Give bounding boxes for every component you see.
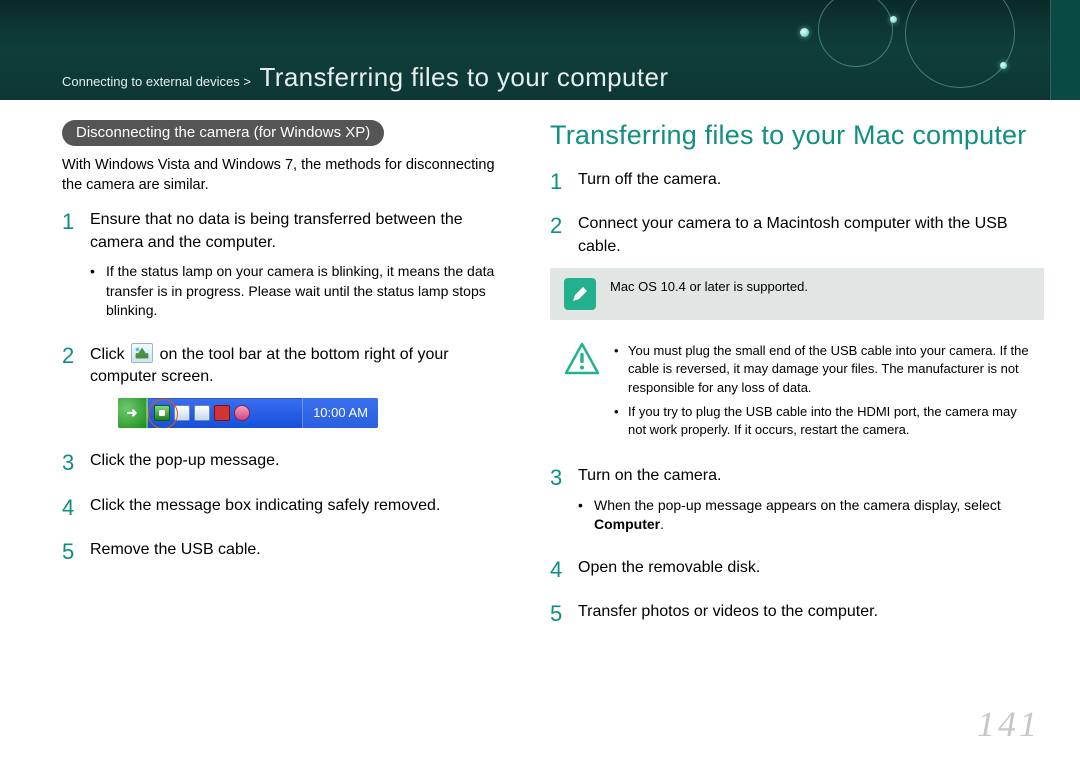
step-bullet: If the status lamp on your camera is bli… — [90, 262, 516, 321]
step-1: 1 Ensure that no data is being transferr… — [62, 209, 516, 321]
step-text-pre: Click — [90, 346, 129, 363]
step-text: Connect your camera to a Macintosh compu… — [578, 215, 1008, 254]
step-number: 5 — [62, 537, 74, 568]
start-button-icon: ➜ — [118, 398, 148, 428]
caution-item: If you try to plug the USB cable into th… — [614, 403, 1030, 439]
left-column: Disconnecting the camera (for Windows XP… — [62, 120, 516, 715]
decorative-dot — [890, 16, 897, 23]
caution-box: You must plug the small end of the USB c… — [550, 334, 1044, 459]
step-text: Click the message box indicating safely … — [90, 497, 440, 514]
step-number: 1 — [62, 207, 74, 238]
section-title: Transferring files to your Mac computer — [550, 120, 1044, 151]
breadcrumb-parent: Connecting to external devices > — [62, 74, 251, 89]
warning-triangle-icon — [564, 342, 600, 376]
decorative-dot — [1000, 62, 1007, 69]
tray-clock: 10:00 AM — [302, 398, 378, 428]
step-number: 4 — [550, 555, 562, 586]
step-text: Turn on the camera. — [578, 467, 721, 484]
steps-list-right-cont: 3 Turn on the camera. When the pop-up me… — [550, 465, 1044, 623]
caution-list: You must plug the small end of the USB c… — [614, 342, 1030, 445]
step-text: Turn off the camera. — [578, 171, 721, 188]
tray-safely-remove-icon — [154, 405, 170, 421]
step-2: 2 Connect your camera to a Macintosh com… — [550, 213, 1044, 258]
step-1: 1 Turn off the camera. — [550, 169, 1044, 191]
breadcrumb: Connecting to external devices > Transfe… — [62, 62, 668, 93]
decorative-ring — [818, 0, 893, 67]
breadcrumb-current: Transferring files to your computer — [259, 62, 668, 92]
step-text: Transfer photos or videos to the compute… — [578, 603, 878, 620]
manual-page: Connecting to external devices > Transfe… — [0, 0, 1080, 765]
step-number: 3 — [550, 463, 562, 494]
step-number: 3 — [62, 448, 74, 479]
step-4: 4 Click the message box indicating safel… — [62, 495, 516, 517]
step-text: Open the removable disk. — [578, 559, 760, 576]
note-text: Mac OS 10.4 or later is supported. — [610, 278, 808, 296]
step-3: 3 Click the pop-up message. — [62, 450, 516, 472]
step-5: 5 Remove the USB cable. — [62, 539, 516, 561]
step-bullet: When the pop-up message appears on the c… — [578, 496, 1044, 535]
steps-list-left: 1 Ensure that no data is being transferr… — [62, 209, 516, 562]
tray-icons — [148, 405, 256, 421]
decorative-dot — [800, 28, 809, 37]
windows-taskbar-image: ➜ 10:00 AM — [118, 398, 378, 428]
step-number: 5 — [550, 599, 562, 630]
decorative-ring — [905, 0, 1015, 88]
note-pen-icon — [564, 278, 596, 310]
page-number: 141 — [977, 703, 1040, 745]
section-pill: Disconnecting the camera (for Windows XP… — [62, 120, 384, 146]
step-text: Remove the USB cable. — [90, 541, 261, 558]
step-text: Click the pop-up message. — [90, 452, 279, 469]
step-3: 3 Turn on the camera. When the pop-up me… — [550, 465, 1044, 535]
tray-icon — [194, 405, 210, 421]
step-4: 4 Open the removable disk. — [550, 557, 1044, 579]
step-5: 5 Transfer photos or videos to the compu… — [550, 601, 1044, 623]
safely-remove-hardware-icon — [131, 343, 153, 363]
step-text: Ensure that no data is being transferred… — [90, 211, 463, 250]
tray-volume-icon — [214, 405, 230, 421]
intro-text: With Windows Vista and Windows 7, the me… — [62, 156, 516, 195]
caution-item: You must plug the small end of the USB c… — [614, 342, 1030, 397]
step-2: 2 Click on the tool bar at the bottom ri… — [62, 343, 516, 429]
step-number: 1 — [550, 167, 562, 198]
step-number: 2 — [550, 211, 562, 242]
step-number: 4 — [62, 493, 74, 524]
note-box: Mac OS 10.4 or later is supported. — [550, 268, 1044, 320]
steps-list-right: 1 Turn off the camera. 2 Connect your ca… — [550, 169, 1044, 258]
chapter-tab — [1050, 0, 1080, 100]
tray-icon — [234, 405, 250, 421]
step-number: 2 — [62, 341, 74, 372]
right-column: Transferring files to your Mac computer … — [550, 120, 1044, 715]
